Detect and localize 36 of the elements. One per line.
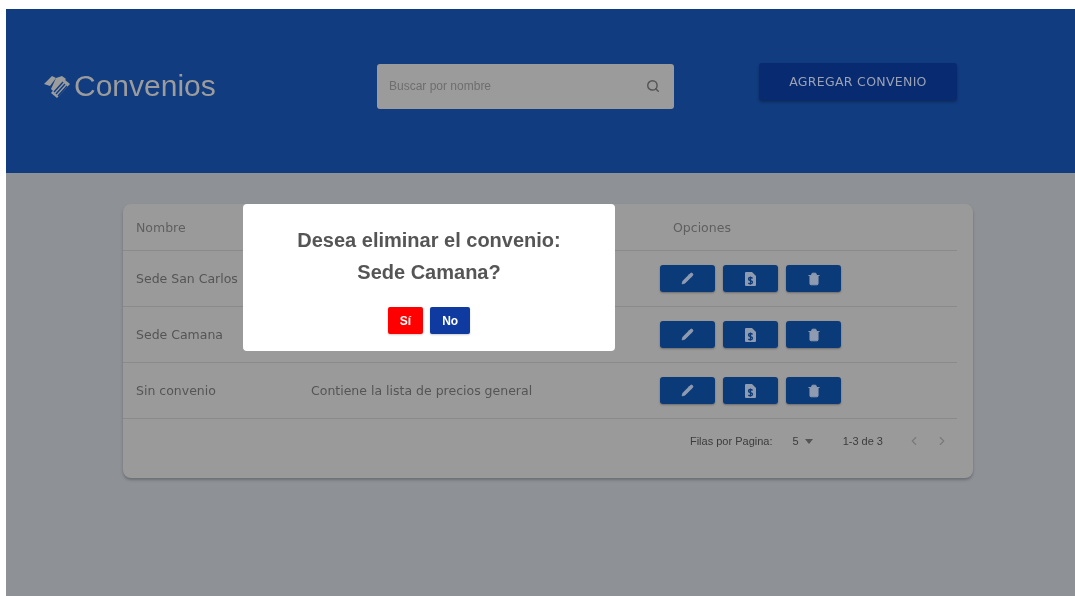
caret-icon: [804, 438, 813, 444]
handshake-icon: [42, 73, 72, 99]
table-cell-text: Sin convenio: [135, 383, 217, 398]
column-header: Opciones: [672, 219, 732, 235]
table-cell-text: Sede Camana: [135, 327, 225, 342]
page-title: Convenios: [74, 69, 216, 103]
trash-icon: [806, 383, 821, 398]
dollar-document-icon: [745, 271, 756, 286]
price-list-button[interactable]: [723, 377, 778, 404]
delete-button[interactable]: [786, 265, 841, 292]
trash-icon: [806, 327, 821, 342]
table-cell-text: Sede San Carlos: [135, 271, 239, 286]
rows-per-page-label: Filas por Pagina:: [689, 435, 773, 447]
search-icon: [646, 78, 660, 93]
price-list-button[interactable]: [723, 265, 778, 292]
pencil-icon: [681, 328, 694, 341]
dialog-message: Sede Camana?: [357, 260, 501, 285]
edit-button[interactable]: [660, 321, 715, 348]
dollar-document-icon: [745, 383, 756, 398]
column-header: Nombre: [135, 219, 187, 235]
cancel-button[interactable]: No: [430, 307, 471, 334]
edit-button[interactable]: [660, 377, 715, 404]
delete-button[interactable]: [786, 377, 841, 404]
trash-icon: [806, 271, 821, 286]
price-list-button[interactable]: [723, 321, 778, 348]
rows-per-page-select[interactable]: 5: [792, 435, 813, 447]
delete-button[interactable]: [786, 321, 841, 348]
dialog-message: Desea eliminar el convenio:: [297, 228, 561, 253]
pencil-icon: [681, 272, 694, 285]
dollar-document-icon: [745, 327, 756, 342]
add-agreement-button[interactable]: AGREGAR CONVENIO: [759, 62, 957, 100]
confirm-button[interactable]: Sí: [387, 307, 424, 334]
page-range: 1-3 de 3: [842, 435, 883, 447]
pencil-icon: [681, 384, 694, 397]
edit-button[interactable]: [660, 265, 715, 292]
table-cell-text: Contiene la lista de precios general: [310, 383, 534, 398]
